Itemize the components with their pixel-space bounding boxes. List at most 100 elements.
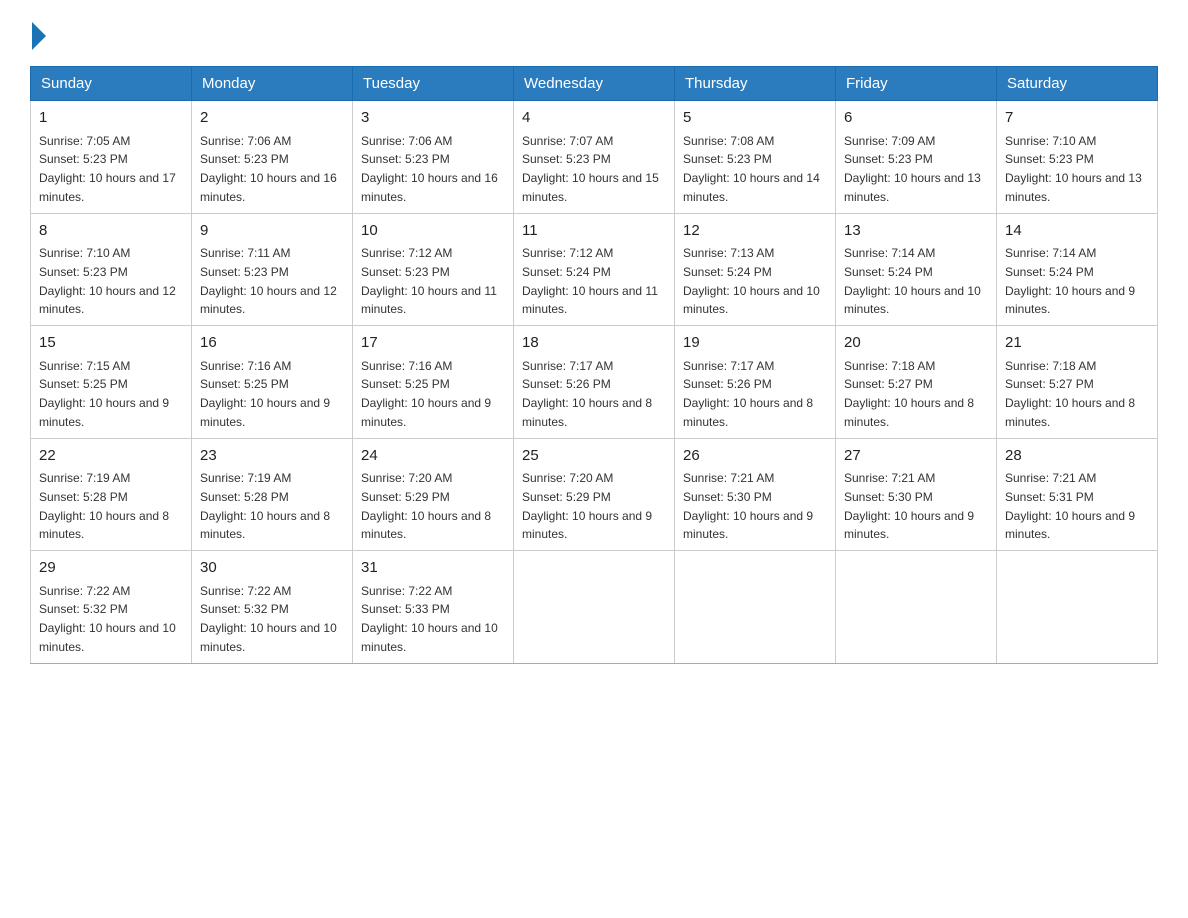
calendar-cell: 28 Sunrise: 7:21 AMSunset: 5:31 PMDayligh… [997, 438, 1158, 551]
calendar-cell: 14 Sunrise: 7:14 AMSunset: 5:24 PMDayligh… [997, 213, 1158, 326]
calendar-cell: 19Sunrise: 7:17 AMSunset: 5:26 PMDayligh… [675, 326, 836, 439]
day-info: Sunrise: 7:19 AMSunset: 5:28 PMDaylight:… [39, 471, 169, 541]
calendar-week-row: 8Sunrise: 7:10 AMSunset: 5:23 PMDaylight… [31, 213, 1158, 326]
day-number: 26 [683, 445, 827, 468]
weekday-header-row: SundayMondayTuesdayWednesdayThursdayFrid… [31, 67, 1158, 101]
logo-triangle-icon [32, 22, 46, 50]
calendar-cell: 30 Sunrise: 7:22 AMSunset: 5:32 PMDayligh… [192, 551, 353, 664]
day-number: 30 [200, 557, 344, 580]
day-number: 12 [683, 220, 827, 243]
day-number: 31 [361, 557, 505, 580]
calendar-cell: 13 Sunrise: 7:14 AMSunset: 5:24 PMDayligh… [836, 213, 997, 326]
day-number: 25 [522, 445, 666, 468]
day-number: 9 [200, 220, 344, 243]
calendar-cell [997, 551, 1158, 664]
calendar-table: SundayMondayTuesdayWednesdayThursdayFrid… [30, 66, 1158, 664]
calendar-cell: 1Sunrise: 7:05 AMSunset: 5:23 PMDaylight… [31, 101, 192, 214]
calendar-cell: 18Sunrise: 7:17 AMSunset: 5:26 PMDayligh… [514, 326, 675, 439]
calendar-cell: 25 Sunrise: 7:20 AMSunset: 5:29 PMDayligh… [514, 438, 675, 551]
day-number: 5 [683, 107, 827, 130]
calendar-cell: 8Sunrise: 7:10 AMSunset: 5:23 PMDaylight… [31, 213, 192, 326]
calendar-cell [514, 551, 675, 664]
day-info: Sunrise: 7:07 AMSunset: 5:23 PMDaylight:… [522, 134, 659, 204]
day-number: 29 [39, 557, 183, 580]
day-number: 6 [844, 107, 988, 130]
weekday-header-wednesday: Wednesday [514, 67, 675, 101]
calendar-header: SundayMondayTuesdayWednesdayThursdayFrid… [31, 67, 1158, 101]
calendar-cell: 10 Sunrise: 7:12 AMSunset: 5:23 PMDayligh… [353, 213, 514, 326]
calendar-cell: 9 Sunrise: 7:11 AMSunset: 5:23 PMDaylight… [192, 213, 353, 326]
calendar-cell: 5Sunrise: 7:08 AMSunset: 5:23 PMDaylight… [675, 101, 836, 214]
day-info: Sunrise: 7:21 AMSunset: 5:30 PMDaylight:… [844, 471, 974, 541]
weekday-header-sunday: Sunday [31, 67, 192, 101]
day-info: Sunrise: 7:10 AMSunset: 5:23 PMDaylight:… [39, 246, 176, 316]
calendar-cell: 3 Sunrise: 7:06 AMSunset: 5:23 PMDaylight… [353, 101, 514, 214]
page-header [30, 20, 1158, 48]
day-number: 3 [361, 107, 505, 130]
weekday-header-saturday: Saturday [997, 67, 1158, 101]
day-number: 14 [1005, 220, 1149, 243]
logo [30, 20, 46, 48]
calendar-cell: 16 Sunrise: 7:16 AMSunset: 5:25 PMDayligh… [192, 326, 353, 439]
calendar-cell: 23 Sunrise: 7:19 AMSunset: 5:28 PMDayligh… [192, 438, 353, 551]
calendar-week-row: 15 Sunrise: 7:15 AMSunset: 5:25 PMDayligh… [31, 326, 1158, 439]
day-number: 28 [1005, 445, 1149, 468]
day-info: Sunrise: 7:20 AMSunset: 5:29 PMDaylight:… [522, 471, 652, 541]
calendar-cell: 27 Sunrise: 7:21 AMSunset: 5:30 PMDayligh… [836, 438, 997, 551]
day-number: 27 [844, 445, 988, 468]
day-info: Sunrise: 7:17 AMSunset: 5:26 PMDaylight:… [522, 359, 652, 429]
day-info: Sunrise: 7:12 AMSunset: 5:24 PMDaylight:… [522, 246, 658, 316]
day-number: 7 [1005, 107, 1149, 130]
day-info: Sunrise: 7:14 AMSunset: 5:24 PMDaylight:… [844, 246, 981, 316]
weekday-header-thursday: Thursday [675, 67, 836, 101]
day-number: 17 [361, 332, 505, 355]
day-number: 16 [200, 332, 344, 355]
calendar-cell: 17 Sunrise: 7:16 AMSunset: 5:25 PMDayligh… [353, 326, 514, 439]
day-number: 15 [39, 332, 183, 355]
calendar-week-row: 22 Sunrise: 7:19 AMSunset: 5:28 PMDayligh… [31, 438, 1158, 551]
day-info: Sunrise: 7:11 AMSunset: 5:23 PMDaylight:… [200, 246, 337, 316]
calendar-cell: 29 Sunrise: 7:22 AMSunset: 5:32 PMDayligh… [31, 551, 192, 664]
day-info: Sunrise: 7:19 AMSunset: 5:28 PMDaylight:… [200, 471, 330, 541]
day-number: 11 [522, 220, 666, 243]
day-number: 4 [522, 107, 666, 130]
day-info: Sunrise: 7:10 AMSunset: 5:23 PMDaylight:… [1005, 134, 1142, 204]
day-number: 13 [844, 220, 988, 243]
calendar-cell: 20Sunrise: 7:18 AMSunset: 5:27 PMDayligh… [836, 326, 997, 439]
calendar-body: 1Sunrise: 7:05 AMSunset: 5:23 PMDaylight… [31, 101, 1158, 664]
day-info: Sunrise: 7:13 AMSunset: 5:24 PMDaylight:… [683, 246, 820, 316]
day-info: Sunrise: 7:22 AMSunset: 5:32 PMDaylight:… [200, 584, 337, 654]
day-number: 1 [39, 107, 183, 130]
calendar-cell: 7 Sunrise: 7:10 AMSunset: 5:23 PMDaylight… [997, 101, 1158, 214]
calendar-cell [836, 551, 997, 664]
day-info: Sunrise: 7:16 AMSunset: 5:25 PMDaylight:… [361, 359, 491, 429]
weekday-header-tuesday: Tuesday [353, 67, 514, 101]
day-number: 24 [361, 445, 505, 468]
day-number: 2 [200, 107, 344, 130]
calendar-week-row: 1Sunrise: 7:05 AMSunset: 5:23 PMDaylight… [31, 101, 1158, 214]
day-info: Sunrise: 7:15 AMSunset: 5:25 PMDaylight:… [39, 359, 169, 429]
day-info: Sunrise: 7:21 AMSunset: 5:31 PMDaylight:… [1005, 471, 1135, 541]
day-info: Sunrise: 7:16 AMSunset: 5:25 PMDaylight:… [200, 359, 330, 429]
calendar-cell: 4 Sunrise: 7:07 AMSunset: 5:23 PMDaylight… [514, 101, 675, 214]
day-info: Sunrise: 7:06 AMSunset: 5:23 PMDaylight:… [361, 134, 498, 204]
calendar-cell: 2 Sunrise: 7:06 AMSunset: 5:23 PMDaylight… [192, 101, 353, 214]
day-info: Sunrise: 7:14 AMSunset: 5:24 PMDaylight:… [1005, 246, 1135, 316]
day-info: Sunrise: 7:12 AMSunset: 5:23 PMDaylight:… [361, 246, 497, 316]
calendar-cell: 22 Sunrise: 7:19 AMSunset: 5:28 PMDayligh… [31, 438, 192, 551]
day-info: Sunrise: 7:18 AMSunset: 5:27 PMDaylight:… [844, 359, 974, 429]
day-number: 21 [1005, 332, 1149, 355]
day-number: 19 [683, 332, 827, 355]
calendar-cell: 26Sunrise: 7:21 AMSunset: 5:30 PMDayligh… [675, 438, 836, 551]
day-number: 22 [39, 445, 183, 468]
day-info: Sunrise: 7:09 AMSunset: 5:23 PMDaylight:… [844, 134, 981, 204]
calendar-cell: 6 Sunrise: 7:09 AMSunset: 5:23 PMDaylight… [836, 101, 997, 214]
day-number: 10 [361, 220, 505, 243]
day-number: 23 [200, 445, 344, 468]
day-info: Sunrise: 7:22 AMSunset: 5:32 PMDaylight:… [39, 584, 176, 654]
weekday-header-friday: Friday [836, 67, 997, 101]
day-info: Sunrise: 7:18 AMSunset: 5:27 PMDaylight:… [1005, 359, 1135, 429]
calendar-cell: 31Sunrise: 7:22 AMSunset: 5:33 PMDayligh… [353, 551, 514, 664]
calendar-week-row: 29 Sunrise: 7:22 AMSunset: 5:32 PMDayligh… [31, 551, 1158, 664]
day-info: Sunrise: 7:06 AMSunset: 5:23 PMDaylight:… [200, 134, 337, 204]
